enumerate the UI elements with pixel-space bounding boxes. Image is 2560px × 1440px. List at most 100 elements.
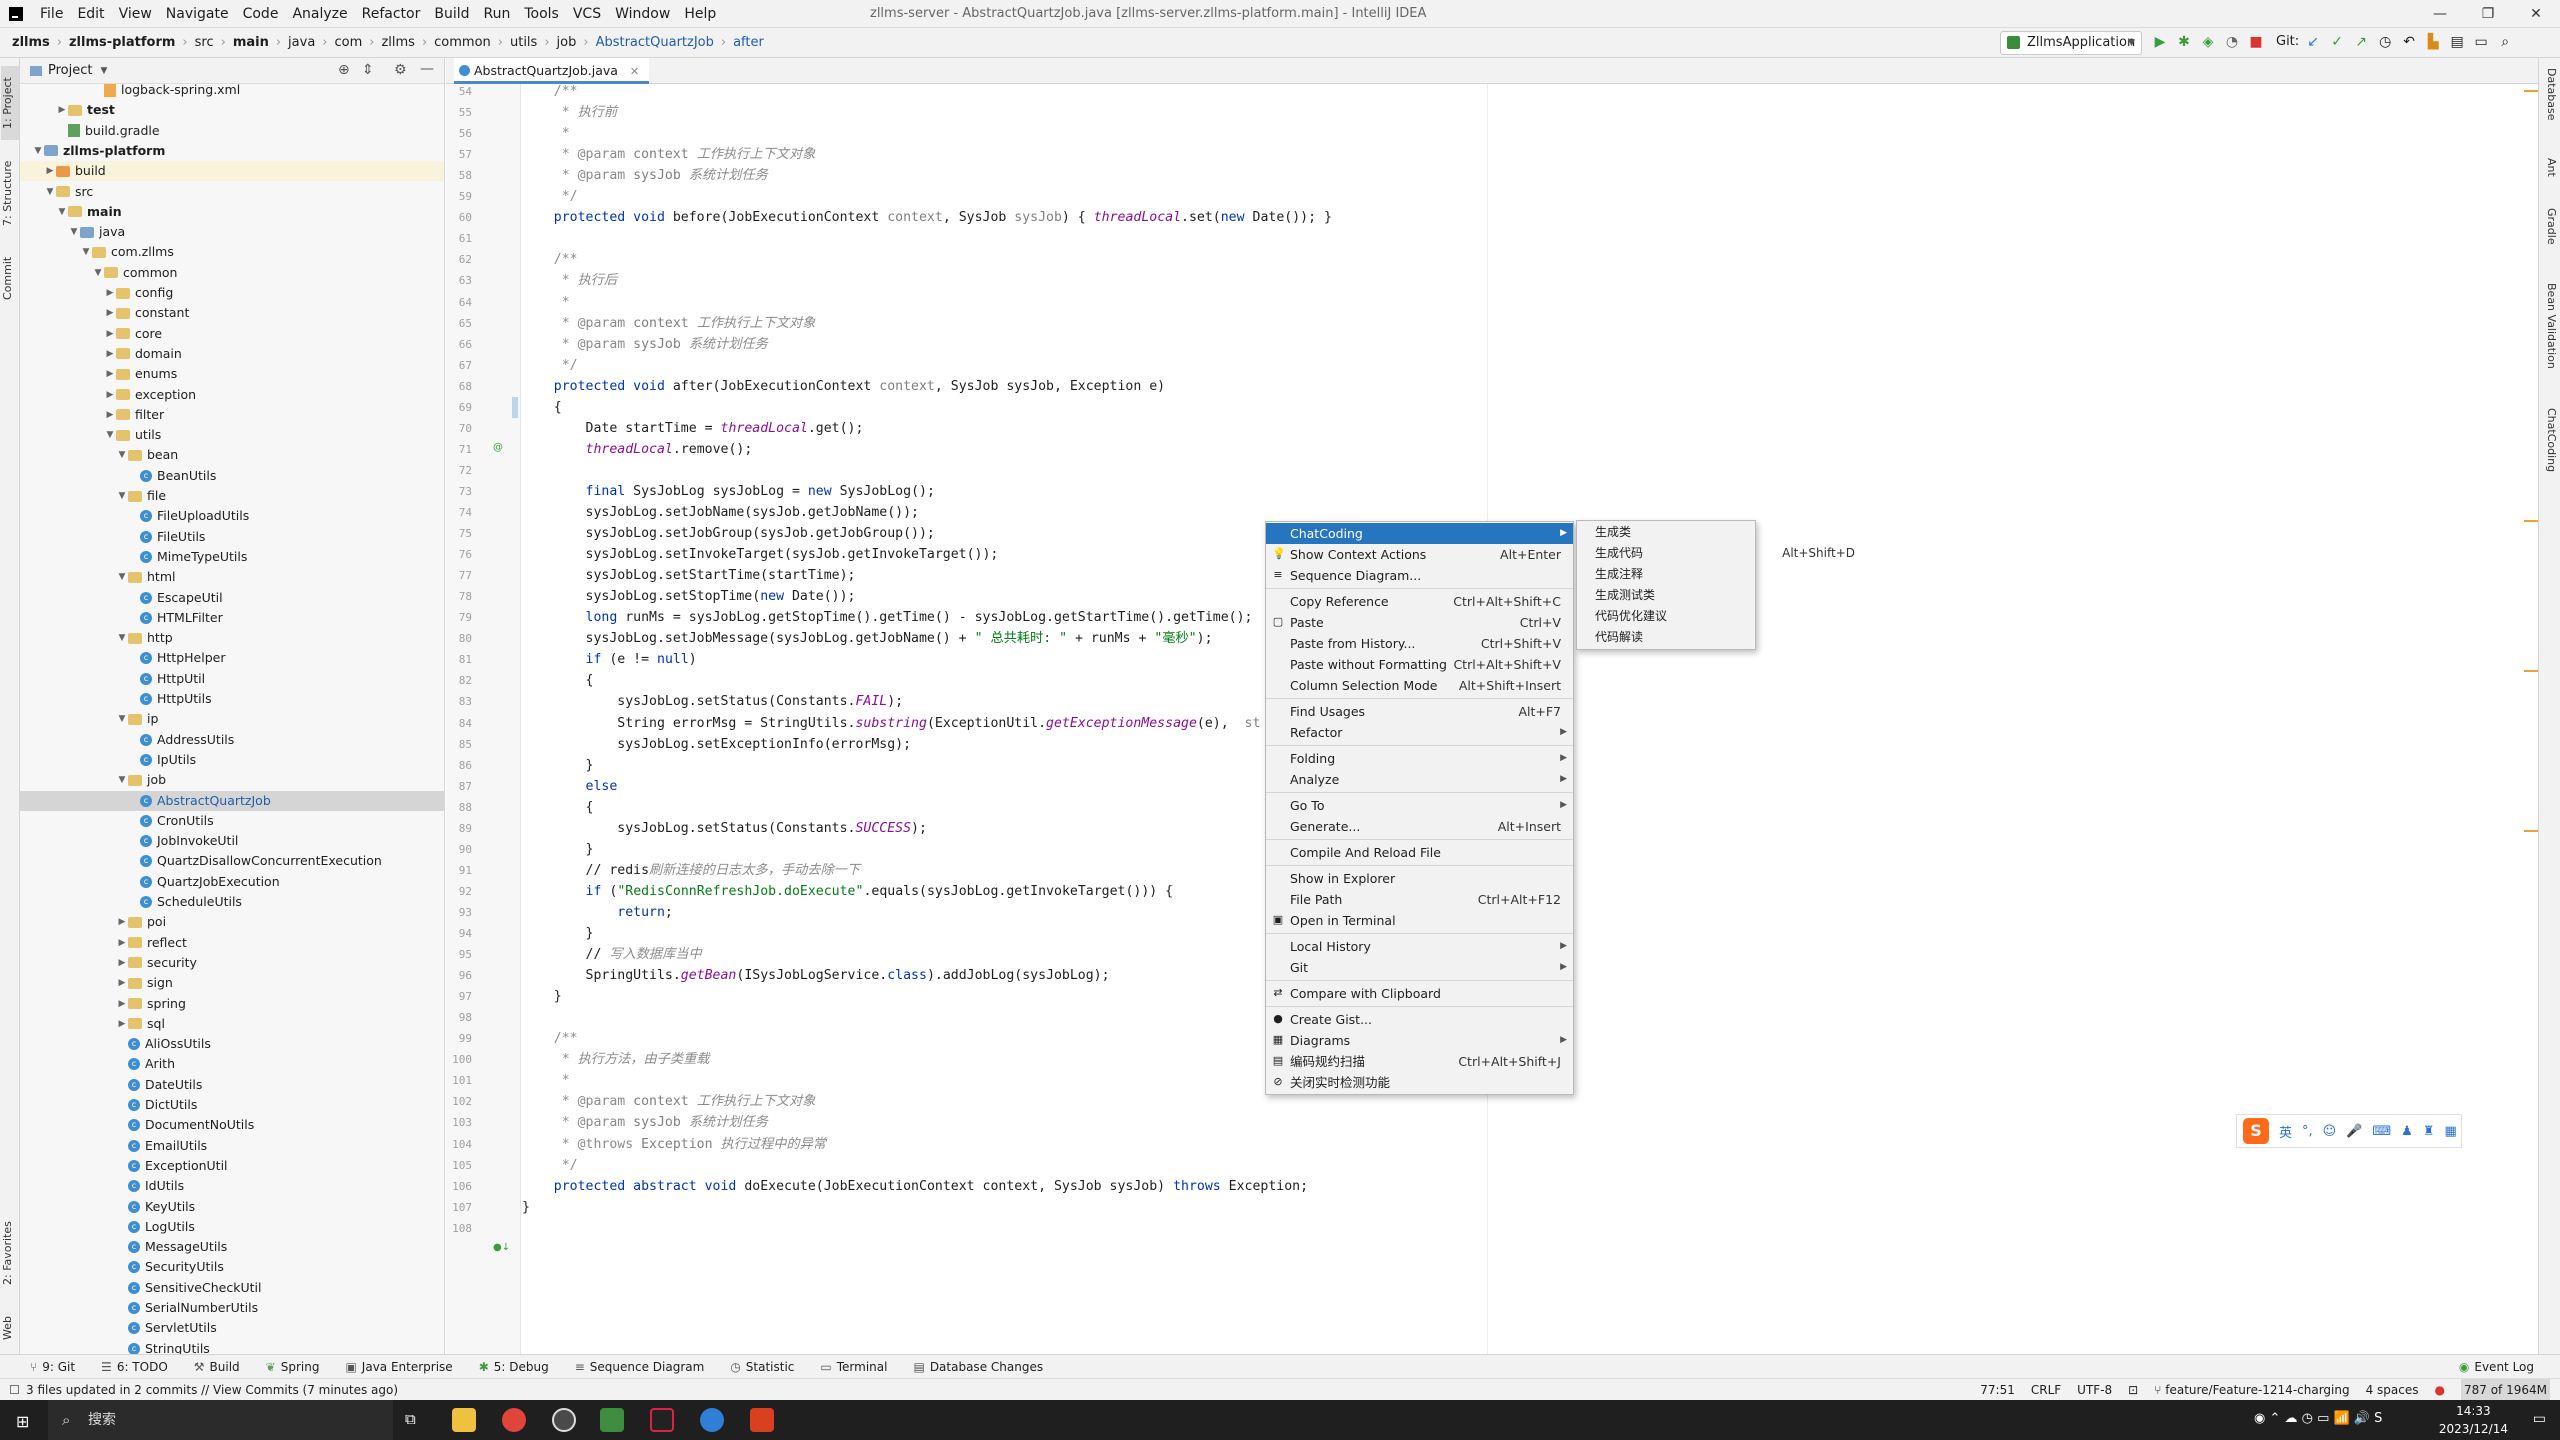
menu-vcs[interactable]: VCS <box>566 0 608 28</box>
tree-row[interactable]: ▼ bean <box>20 445 444 465</box>
menu-item[interactable]: ≡ Sequence Diagram... <box>1266 565 1573 586</box>
project-structure-icon[interactable]: ▤ <box>2447 32 2467 52</box>
menu-item[interactable]: Show in Explorer <box>1266 868 1573 889</box>
menu-run[interactable]: Run <box>477 0 518 28</box>
tree-row[interactable]: ▼ utils <box>20 425 444 445</box>
menu-item[interactable]: Copy Reference Ctrl+Alt+Shift+C <box>1266 591 1573 612</box>
tree-row[interactable]: c HttpUtil <box>20 669 444 689</box>
menu-item[interactable]: ● Create Gist... <box>1266 1009 1573 1030</box>
submenu-item[interactable]: 生成代码 Alt+Shift+D <box>1577 543 1855 564</box>
git-commit-icon[interactable]: ✓ <box>2327 32 2347 52</box>
git-branch[interactable]: ⑂ feature/Feature-1214-charging <box>2154 1379 2349 1401</box>
menu-file[interactable]: File <box>33 0 70 28</box>
breadcrumb-item[interactable]: job <box>557 35 577 50</box>
tree-row[interactable]: c FileUploadUtils <box>20 506 444 526</box>
collapse-arrow-icon[interactable]: ▶ <box>44 161 56 181</box>
tree-row[interactable]: ▶ poi <box>20 912 444 932</box>
menu-edit[interactable]: Edit <box>70 0 111 28</box>
app-icon[interactable] <box>552 1408 576 1432</box>
caret-position[interactable]: 77:51 <box>1980 1379 2015 1401</box>
tree-row[interactable]: c FileUtils <box>20 527 444 547</box>
gutter-marker-icon[interactable]: @ <box>493 442 503 453</box>
expand-arrow-icon[interactable]: ▼ <box>44 182 56 202</box>
tab-favorites[interactable]: 2: Favorites <box>1 1208 19 1298</box>
expand-arrow-icon[interactable]: ▼ <box>116 709 128 729</box>
tree-row[interactable]: ▶ core <box>20 324 444 344</box>
breadcrumb-item[interactable]: src <box>195 35 214 50</box>
tree-row[interactable]: ▶ spring <box>20 994 444 1014</box>
collapse-arrow-icon[interactable]: ▶ <box>116 973 128 993</box>
tree-row[interactable]: c MessageUtils <box>20 1237 444 1257</box>
expand-arrow-icon[interactable]: ▼ <box>32 141 44 161</box>
tree-row[interactable]: c KeyUtils <box>20 1197 444 1217</box>
tool-build[interactable]: ⚒ Build <box>194 1360 240 1374</box>
tree-row[interactable]: c SecurityUtils <box>20 1257 444 1277</box>
keyboard-icon[interactable]: ⌨ <box>2372 1124 2391 1139</box>
collapse-arrow-icon[interactable]: ▶ <box>116 994 128 1014</box>
locate-icon[interactable]: ⊕ <box>338 62 350 78</box>
tree-row[interactable]: c Arith <box>20 1054 444 1074</box>
windows-start-icon[interactable]: ⊞ <box>16 1412 29 1431</box>
tree-row[interactable]: c AbstractQuartzJob <box>20 790 444 811</box>
app-red-icon[interactable] <box>750 1408 774 1432</box>
project-view-select[interactable]: Project <box>48 63 92 78</box>
run-configuration-select[interactable]: ZllmsApplication ▼ <box>2000 31 2142 55</box>
menu-item[interactable]: ⊘ 关闭实时检测功能 <box>1266 1072 1573 1093</box>
tree-row[interactable]: c HttpHelper <box>20 648 444 668</box>
menu-item[interactable]: ▤ 编码规约扫描 Ctrl+Alt+Shift+J <box>1266 1051 1573 1072</box>
tree-row[interactable]: c AliOssUtils <box>20 1034 444 1054</box>
tree-row[interactable]: ▼ common <box>20 263 444 283</box>
profile-icon[interactable]: ◔ <box>2222 32 2242 52</box>
git-push-icon[interactable]: ↗ <box>2351 32 2371 52</box>
expand-arrow-icon[interactable]: ▼ <box>116 486 128 506</box>
expand-arrow-icon[interactable]: ▼ <box>80 242 92 262</box>
tree-row[interactable]: ▶ build <box>20 161 444 182</box>
tree-row[interactable]: c LogUtils <box>20 1217 444 1237</box>
breadcrumb-item[interactable]: main <box>233 35 269 50</box>
coverage-icon[interactable]: ◈ <box>2198 32 2218 52</box>
status-toggle-icon[interactable] <box>10 1385 19 1394</box>
tree-row[interactable]: c ExceptionUtil <box>20 1156 444 1176</box>
expand-arrow-icon[interactable]: ▼ <box>116 770 128 790</box>
tree-row[interactable]: ▼ main <box>20 202 444 222</box>
punctuation-icon[interactable]: °, <box>2302 1124 2313 1139</box>
rollback-icon[interactable]: ↶ <box>2399 32 2419 52</box>
expand-arrow-icon[interactable]: ▼ <box>92 263 104 283</box>
tree-row[interactable]: ▼ ip <box>20 709 444 729</box>
memory-indicator[interactable]: 787 of 1964M <box>2461 1379 2550 1401</box>
breadcrumb-item[interactable]: com <box>335 35 363 50</box>
git-update-icon[interactable]: ↙ <box>2303 32 2323 52</box>
submenu-item[interactable]: 生成注释 <box>1577 564 1755 585</box>
tree-row[interactable]: c CronUtils <box>20 811 444 831</box>
tree-row[interactable]: ▶ sign <box>20 973 444 993</box>
expand-arrow-icon[interactable]: ▼ <box>68 222 80 242</box>
breadcrumb-item[interactable]: utils <box>510 35 537 50</box>
close-icon[interactable]: ✕ <box>2512 0 2560 28</box>
submenu-item[interactable]: 代码优化建议 <box>1577 606 1755 627</box>
browser-icon[interactable] <box>700 1408 724 1432</box>
sdk-icon[interactable]: ▙ <box>2423 32 2443 52</box>
hide-icon[interactable]: — <box>420 61 434 77</box>
tree-row[interactable]: ▼ com.zllms <box>20 242 444 262</box>
menu-navigate[interactable]: Navigate <box>159 0 236 28</box>
tree-row[interactable]: c QuartzDisallowConcurrentExecution <box>20 851 444 871</box>
collapse-arrow-icon[interactable]: ▶ <box>104 324 116 344</box>
tree-row[interactable]: ▼ job <box>20 770 444 790</box>
menu-item[interactable]: ▢ Paste Ctrl+V <box>1266 612 1573 633</box>
tab-bean-validation[interactable]: Bean Validation <box>2542 283 2558 369</box>
error-icon[interactable]: ● <box>2435 1379 2445 1401</box>
status-message[interactable]: 3 files updated in 2 commits // View Com… <box>26 1379 398 1401</box>
collapse-arrow-icon[interactable]: ▶ <box>116 1014 128 1034</box>
file-explorer-icon[interactable] <box>452 1408 476 1432</box>
tree-row[interactable]: ▼ java <box>20 222 444 242</box>
tool-terminal[interactable]: ▭ Terminal <box>820 1360 887 1374</box>
menu-item[interactable]: Go To ▶ <box>1266 795 1573 816</box>
menu-item[interactable]: Generate... Alt+Insert <box>1266 816 1573 837</box>
grid-icon[interactable]: ▦ <box>2444 1124 2456 1139</box>
menu-window[interactable]: Window <box>608 0 677 28</box>
lock-icon[interactable]: ⊡ <box>2128 1379 2138 1401</box>
tree-row[interactable]: c QuartzJobExecution <box>20 872 444 892</box>
tree-row[interactable]: c BeanUtils <box>20 466 444 486</box>
tree-row[interactable]: c SerialNumberUtils <box>20 1298 444 1318</box>
collapse-arrow-icon[interactable]: ▶ <box>104 344 116 364</box>
